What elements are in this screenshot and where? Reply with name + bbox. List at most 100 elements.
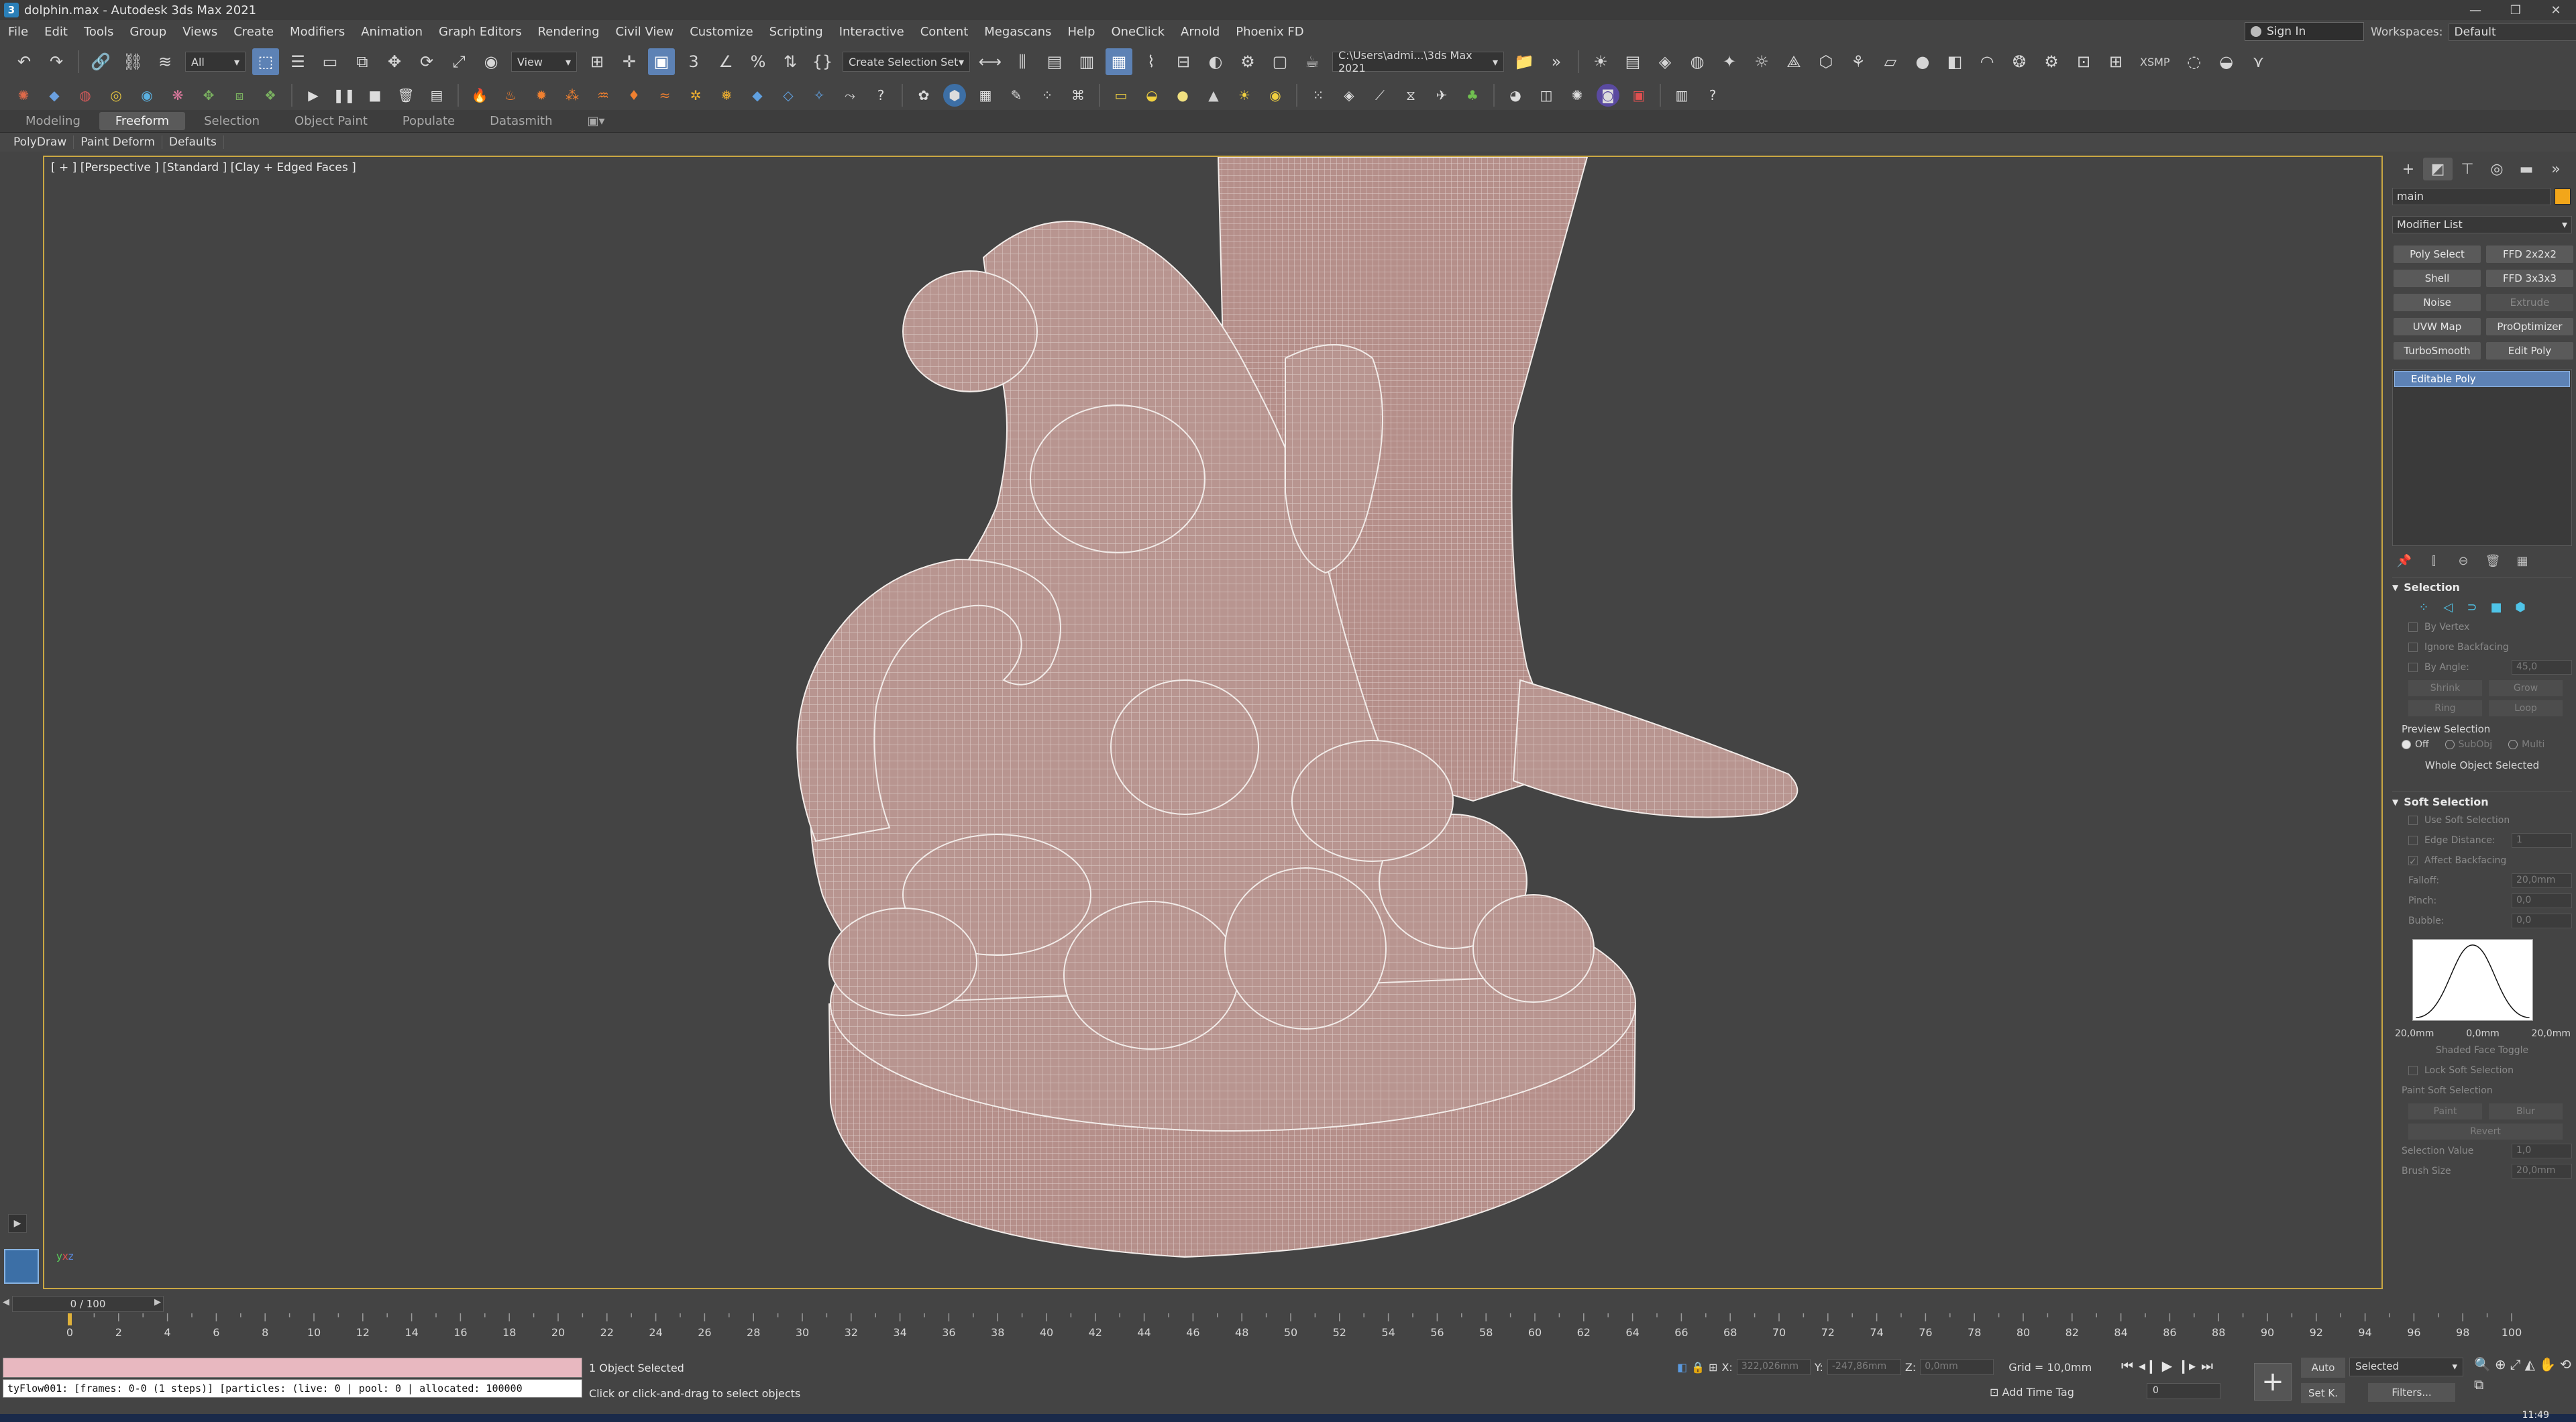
edit-named-selection-icon[interactable]: {}	[809, 48, 836, 75]
menu-interactive[interactable]: Interactive	[831, 25, 912, 39]
phoenix-help-icon[interactable]: ?	[869, 84, 892, 107]
blur-button[interactable]: Blur	[2489, 1103, 2563, 1119]
rotate-icon[interactable]: ⟳	[413, 48, 440, 75]
display-tab-icon[interactable]: ▬	[2512, 158, 2541, 180]
vray-camera-icon[interactable]: ◧	[1941, 48, 1968, 75]
menu-rendering[interactable]: Rendering	[530, 25, 608, 39]
configure-sets-icon[interactable]: ▦	[2510, 551, 2534, 570]
corona-sun-icon[interactable]: ☀	[1233, 84, 1256, 107]
noise-button[interactable]: Noise	[2394, 294, 2481, 311]
play-icon[interactable]: ▶	[2162, 1358, 2172, 1374]
affect-backfacing-checkbox[interactable]: ✓	[2408, 856, 2418, 867]
phoenix-fd-icon[interactable]: ⋎	[2245, 48, 2272, 75]
menu-content[interactable]: Content	[912, 25, 977, 39]
pin-stack-icon[interactable]: 📌	[2392, 551, 2416, 570]
phoenix-foam-icon[interactable]: ✲	[684, 84, 707, 107]
menu-help[interactable]: Help	[1059, 25, 1103, 39]
list-icon[interactable]: ▤	[425, 84, 448, 107]
unlink-icon[interactable]: ⛓	[119, 48, 146, 75]
menu-megascans[interactable]: Megascans	[976, 25, 1059, 39]
vray-proxy-icon[interactable]: ⬡	[1813, 48, 1839, 75]
go-to-end-icon[interactable]: ⏭	[2201, 1358, 2213, 1374]
subtab-paint-deform[interactable]: Paint Deform	[74, 135, 162, 149]
itoo-library-icon[interactable]: ▦	[974, 84, 997, 107]
phoenix-fluid-icon[interactable]: ♦	[623, 84, 645, 107]
edit-poly-button[interactable]: Edit Poly	[2486, 342, 2573, 360]
rendered-frame-icon[interactable]: ▢	[1267, 48, 1293, 75]
by-angle-row[interactable]: By Angle: 45,0	[2408, 659, 2572, 676]
ffd-2x2x2-button[interactable]: FFD 2x2x2	[2486, 245, 2573, 263]
menu-customize[interactable]: Customize	[682, 25, 761, 39]
vray-settings-icon[interactable]: ⚙	[2038, 48, 2065, 75]
subtab-defaults[interactable]: Defaults	[162, 135, 224, 149]
window-crossing-icon[interactable]: ⧉	[349, 48, 376, 75]
vray-sphere-icon[interactable]: ●	[1909, 48, 1936, 75]
orbit-icon[interactable]: ⟲	[2560, 1356, 2571, 1372]
menu-phoenix-fd[interactable]: Phoenix FD	[1228, 25, 1311, 39]
select-by-name-icon[interactable]: ☰	[284, 48, 311, 75]
ring-button[interactable]: Ring	[2408, 700, 2482, 716]
vray-fur-icon[interactable]: ⚘	[1845, 48, 1872, 75]
viewport-split-icon[interactable]: ⊞	[2102, 48, 2129, 75]
viewport-label[interactable]: [ + ] [Perspective ] [Standard ] [Clay +…	[51, 161, 356, 174]
project-folder-icon[interactable]: 📁	[1511, 48, 1538, 75]
forest-pack-icon[interactable]: ✿	[912, 84, 935, 107]
previous-frame-icon[interactable]: ◂❙	[2139, 1358, 2157, 1374]
delete-icon[interactable]: 🗑	[394, 84, 417, 107]
time-slider-thumb[interactable]: 0 / 100	[12, 1296, 164, 1312]
absolute-mode-icon[interactable]: ⊞	[1709, 1361, 1717, 1374]
menu-arnold[interactable]: Arnold	[1173, 25, 1228, 39]
mirror-icon[interactable]: ⟷	[977, 48, 1004, 75]
corona-dome-icon[interactable]: ◒	[1140, 84, 1163, 107]
viewport-layout-icon[interactable]: ⊡	[2070, 48, 2097, 75]
menu-views[interactable]: Views	[174, 25, 225, 39]
snaps-toggle-icon[interactable]: 3	[680, 48, 707, 75]
phoenix-particle-icon[interactable]: ⁂	[561, 84, 584, 107]
object-color-swatch[interactable]	[2555, 188, 2571, 205]
arnold-ipr-icon[interactable]: ◒	[2213, 48, 2240, 75]
tyflow-particles-icon[interactable]: ⁘	[1036, 84, 1059, 107]
corona-cone-icon[interactable]: ▲	[1202, 84, 1225, 107]
project-folder-dropdown[interactable]: C:\Users\admi...\3ds Max 2021 ▾	[1332, 49, 1504, 74]
by-angle-spinner[interactable]: 45,0	[2512, 660, 2572, 675]
by-vertex-checkbox[interactable]	[2408, 622, 2418, 632]
element-level-icon[interactable]: ⬢	[2512, 598, 2529, 616]
modifier-list-dropdown[interactable]: Modifier List ▾	[2392, 216, 2572, 233]
curve-editor-icon[interactable]: ⌇	[1138, 48, 1165, 75]
color-picker-icon[interactable]: ✺	[1566, 84, 1589, 107]
edge-level-icon[interactable]: ◁	[2439, 598, 2457, 616]
maxscript-mini-listener-input[interactable]	[3, 1358, 582, 1378]
ribbon-tab-modeling[interactable]: Modeling	[9, 112, 97, 130]
corona-plane-icon[interactable]: ▭	[1110, 84, 1132, 107]
use-soft-selection-row[interactable]: Use Soft Selection	[2408, 812, 2572, 829]
selection-rollout-header[interactable]: ▼ Selection	[2392, 577, 2572, 594]
paint-button[interactable]: Paint	[2408, 1103, 2482, 1119]
spinner-snap-icon[interactable]: ⇅	[777, 48, 804, 75]
lock-soft-selection-row[interactable]: Lock Soft Selection	[2408, 1062, 2572, 1079]
phoenix-smoke-icon[interactable]: ♨	[499, 84, 522, 107]
distance-map-icon[interactable]: ✈	[1430, 84, 1453, 107]
phoenix-force-icon[interactable]: ⤳	[839, 84, 861, 107]
phoenix-mesher-icon[interactable]: ◇	[777, 84, 800, 107]
pause-icon[interactable]: ❚❚	[333, 84, 356, 107]
menu-tools[interactable]: Tools	[76, 25, 121, 39]
extrude-button[interactable]: Extrude	[2486, 294, 2573, 311]
minimize-button[interactable]: —	[2455, 0, 2496, 20]
proxy-icon[interactable]: ⧖	[1399, 84, 1422, 107]
vray-toon-icon[interactable]: ❋	[166, 84, 189, 107]
menu-modifiers[interactable]: Modifiers	[282, 25, 353, 39]
vray-dome-icon[interactable]: ◠	[1974, 48, 2000, 75]
tyflow-cache-icon[interactable]: ⌘	[1067, 84, 1089, 107]
menu-animation[interactable]: Animation	[353, 25, 431, 39]
slicer-icon[interactable]: ⟋	[1368, 84, 1391, 107]
material-library-icon[interactable]: ◕	[1504, 84, 1527, 107]
railclone-icon[interactable]: ⬢	[943, 84, 966, 107]
undo-icon[interactable]: ↶	[11, 48, 38, 75]
link-icon[interactable]: 🔗	[87, 48, 114, 75]
shell-button[interactable]: Shell	[2394, 270, 2481, 287]
shaded-face-toggle-button[interactable]: Shaded Face Toggle	[2392, 1042, 2572, 1059]
render-icon[interactable]: ☕	[1299, 48, 1326, 75]
rectangular-selection-icon[interactable]: ▭	[317, 48, 343, 75]
current-frame-field[interactable]: 0	[2147, 1383, 2220, 1399]
phoenix-splash-icon[interactable]: ❅	[715, 84, 738, 107]
